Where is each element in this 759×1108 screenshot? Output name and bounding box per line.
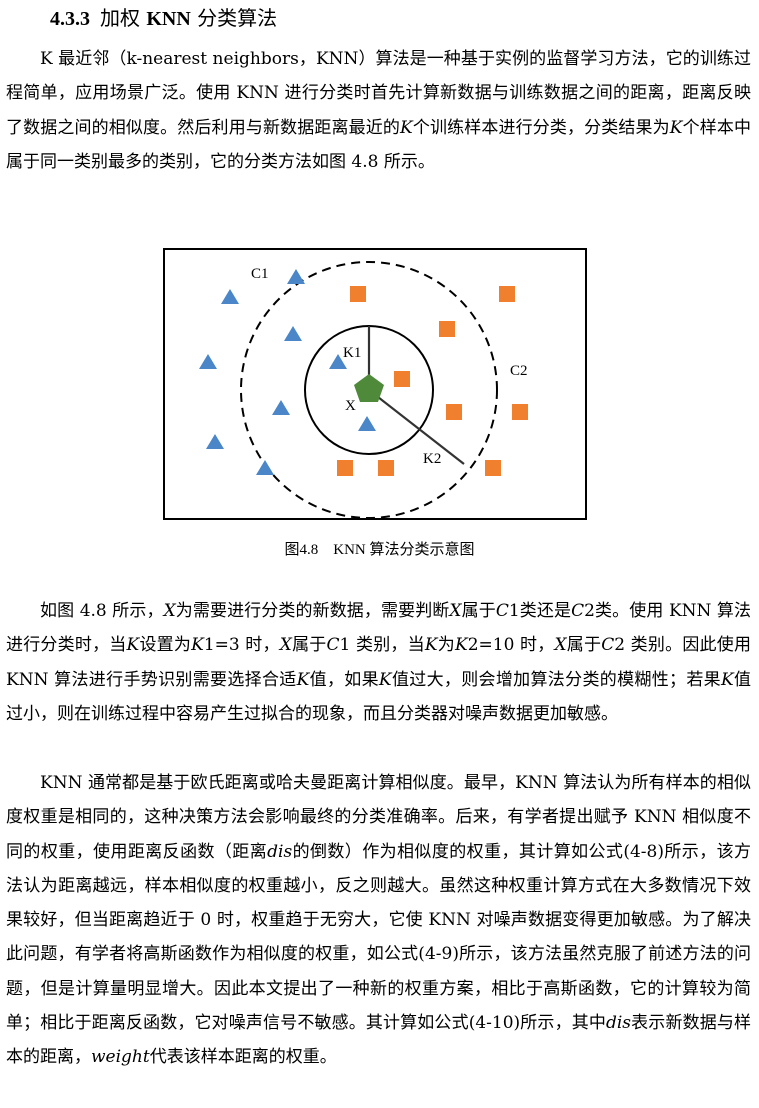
square-marker: [350, 286, 366, 302]
square-marker: [446, 404, 462, 420]
paragraph-explanation: 如图 4.8 所示，X为需要进行分类的新数据，需要判断X属于C1类还是C2类。使…: [6, 594, 751, 731]
math-c: C: [326, 635, 340, 656]
text-run: 1: [508, 601, 520, 621]
math-dis: dis: [605, 1013, 632, 1034]
square-marker: [394, 371, 410, 387]
square-marker: [378, 460, 394, 476]
label-x: X: [345, 398, 356, 414]
text-run: 如图 4.8 所示，: [40, 601, 164, 621]
math-k: K: [424, 635, 438, 656]
text-run: 值过大，则会增加算法分类的模糊性；若果: [391, 669, 721, 690]
math-k: K: [296, 669, 310, 690]
square-marker: [337, 460, 353, 476]
text-run: 属于: [461, 601, 496, 621]
text-run: 2: [584, 601, 595, 621]
math-x: X: [554, 635, 567, 656]
math-k: K: [191, 635, 204, 656]
text-run: 属于: [566, 635, 602, 656]
label-c1: C1: [251, 266, 269, 282]
document-page: 4.3.3 加权 KNN 分类算法 K 最近邻（k-nearest neighbo…: [0, 0, 759, 1108]
label-k2: K2: [423, 451, 441, 467]
square-marker: [512, 404, 528, 420]
label-c2: C2: [510, 363, 528, 379]
square-marker: [439, 321, 455, 337]
section-heading: 4.3.3 加权 KNN 分类算法: [50, 4, 277, 33]
math-k: K: [454, 635, 468, 656]
figure-caption: 图4.8 KNN 算法分类示意图: [284, 542, 475, 558]
math-x: X: [163, 601, 176, 621]
square-marker: [499, 286, 515, 302]
math-k: K: [400, 117, 413, 138]
math-k: K: [378, 669, 392, 690]
paragraph-weighting: KNN 通常都是基于欧氏距离或哈夫曼距离计算相似度。最早，KNN 算法认为所有样…: [6, 766, 751, 1075]
section-number: 4.3.3: [50, 8, 90, 30]
label-k1: K1: [343, 345, 361, 361]
text-run: 2=10 时，: [467, 635, 555, 656]
heading-suffix: 分类算法: [197, 6, 278, 30]
math-dis: dis: [267, 841, 293, 862]
math-c: C: [601, 635, 615, 656]
math-c: C: [495, 601, 509, 621]
paragraph-intro: K 最近邻（k-nearest neighbors，KNN）算法是一种基于实例的…: [6, 42, 751, 179]
text-run: 类还是: [519, 601, 572, 621]
text-run: 值，如果: [309, 669, 379, 690]
math-k: K: [720, 669, 734, 690]
heading-prefix: 加权: [100, 6, 140, 30]
text-run: 属于: [291, 635, 327, 656]
math-x: X: [449, 601, 462, 621]
heading-knn: KNN: [146, 8, 191, 30]
text-run: 代表该样本距离的权重。: [149, 1047, 337, 1068]
text-run: 个训练样本进行分类，分类结果为: [412, 117, 670, 138]
knn-figure: C1 C2 K1 K2 X: [163, 248, 587, 520]
math-k: K: [126, 635, 140, 656]
math-x: X: [279, 635, 292, 656]
text-run: 的倒数）作为相似度的权重，其计算如公式(4-8)所示，该方法认为距离越远，样本相…: [6, 841, 752, 1034]
math-c: C: [571, 601, 585, 621]
text-run: 为需要进行分类的新数据，需要判断: [175, 601, 450, 621]
text-run: 设置为: [139, 635, 192, 656]
text-run: 为: [437, 635, 455, 656]
text-run: 1 类别，当: [339, 635, 425, 656]
math-k: K: [669, 117, 683, 138]
square-marker: [485, 460, 501, 476]
math-weight: weight: [91, 1047, 150, 1068]
text-run: 1=3 时，: [203, 635, 280, 656]
